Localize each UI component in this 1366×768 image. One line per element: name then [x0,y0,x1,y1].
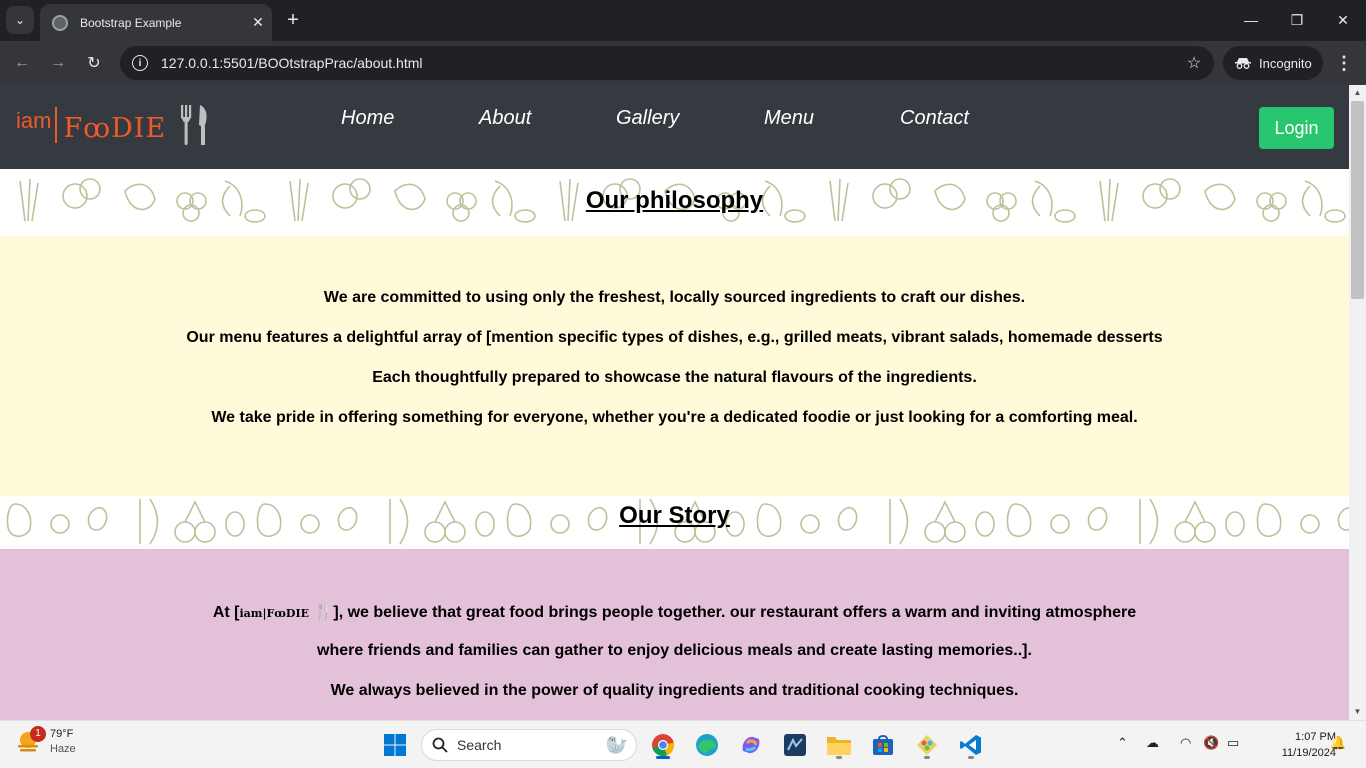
forward-arrow-icon[interactable]: → [44,49,72,77]
site-navbar: iam FꝏDIE Home About Gallery Menu Contac… [0,85,1349,169]
incognito-icon [1235,58,1251,69]
url-text[interactable]: 127.0.0.1:5501/BOOtstrapPrac/about.html [161,55,1174,71]
scroll-down-arrow-icon[interactable]: ▼ [1349,704,1366,720]
logo-divider [55,107,58,143]
tab-title: Bootstrap Example [80,15,182,30]
clock-date: 11/19/2024 [1281,747,1336,759]
page-viewport: iam FꝏDIE Home About Gallery Menu Contac… [0,85,1349,720]
browser-menu-icon[interactable]: ⋮ [1332,49,1356,77]
paint-running-indicator [924,756,930,759]
logo-iam-text: iam [16,108,52,133]
address-bar[interactable]: i 127.0.0.1:5501/BOOtstrapPrac/about.htm… [120,46,1214,80]
chrome-running-indicator [656,756,670,759]
story-section: At [iam|FꝏDIE 🍴], we believe that great … [0,549,1349,720]
login-button[interactable]: Login [1259,107,1334,149]
file-explorer-icon[interactable] [823,729,855,761]
vscode-running-indicator [968,756,974,759]
story-line-1-prefix: At [ [212,604,240,621]
new-tab-plus-icon[interactable]: + [282,7,304,33]
reload-icon[interactable]: ↻ [80,49,108,77]
philosophy-line-3: Each thoughtfully prepared to showcase t… [372,369,977,386]
windows-taskbar: 1 79°F Haze Search 🦭 ⌃ ☁ ◠ 🔇 ▭ 1:07 PM 1… [0,720,1366,768]
clock-time: 1:07 PM [1295,731,1336,743]
story-line-1: At [iam|FꝏDIE 🍴], we believe that great … [0,602,1349,622]
weather-temperature: 79°F [50,728,74,740]
microsoft-store-icon[interactable] [867,729,899,761]
bookmark-star-icon[interactable]: ☆ [1174,53,1214,73]
system-clock[interactable]: 1:07 PM 11/19/2024 [1250,729,1336,761]
weather-description: Haze [50,743,76,755]
tab-search-chevron-icon[interactable]: ⌄ [6,6,34,34]
incognito-indicator[interactable]: Incognito [1223,46,1323,80]
scroll-thumb[interactable] [1351,101,1364,299]
philosophy-line-1: We are committed to using only the fresh… [323,289,1026,306]
mysql-workbench-icon[interactable] [779,729,811,761]
story-heading: Our Story [619,502,730,529]
philosophy-heading: Our philosophy [585,187,764,214]
inline-logo-foodie: |FꝏDIE [262,607,309,620]
weather-widget[interactable]: 1 79°F Haze [14,726,76,757]
back-arrow-icon[interactable]: ← [8,49,36,77]
copilot-icon[interactable] [735,729,767,761]
weather-notification-badge: 1 [30,726,46,742]
site-info-icon[interactable]: i [132,55,148,71]
battery-icon[interactable]: ▭ [1227,735,1239,751]
speaker-muted-icon[interactable]: 🔇 [1203,735,1219,751]
edge-icon[interactable] [691,729,723,761]
philosophy-line-4: We take pride in offering something for … [211,409,1138,426]
minimize-button[interactable]: — [1228,0,1274,40]
vegetable-pattern-background: Our philosophy [0,169,1349,236]
chrome-icon[interactable] [647,729,679,761]
inline-fork-knife-icon: 🍴 [313,604,334,621]
story-line-1-suffix: ], we believe that great food brings peo… [333,604,1137,621]
nav-link-menu[interactable]: Menu [764,107,814,130]
hazy-sun-icon: 1 [14,726,46,756]
notification-bell-icon[interactable]: 🔔 [1330,735,1346,751]
fruit-pattern-background: Our Story [0,496,1349,549]
search-highlight-icon: 🦭 [605,734,628,755]
fork-knife-icon [181,105,207,145]
onedrive-cloud-icon[interactable]: ☁ [1146,735,1159,751]
paint-app-icon[interactable] [911,729,943,761]
tray-overflow-chevron-icon[interactable]: ⌃ [1117,735,1128,751]
explorer-running-indicator [836,756,842,759]
close-window-button[interactable]: ✕ [1320,0,1366,40]
incognito-label: Incognito [1259,55,1312,71]
story-line-2: where friends and families can gather to… [317,642,1032,659]
browser-tab-bar: ⌄ Bootstrap Example ✕ + — ❐ ✕ [0,0,1366,41]
philosophy-section: We are committed to using only the fresh… [0,236,1349,496]
vscode-icon[interactable] [955,729,987,761]
philosophy-line-2: Our menu features a delightful array of … [186,329,1163,346]
taskbar-search[interactable]: Search 🦭 [421,729,637,761]
wifi-icon[interactable]: ◠ [1180,735,1191,751]
nav-link-gallery[interactable]: Gallery [616,107,679,130]
scroll-up-arrow-icon[interactable]: ▲ [1349,85,1366,101]
nav-link-home[interactable]: Home [341,107,394,130]
globe-icon [52,14,68,31]
search-placeholder: Search [457,737,502,753]
site-logo[interactable]: iam FꝏDIE [16,105,210,147]
page-scrollbar[interactable]: ▲ ▼ [1349,85,1366,720]
windows-start-icon[interactable] [379,729,411,761]
search-icon [432,737,448,753]
inline-logo-iam: iam [239,607,263,620]
browser-toolbar: ← → ↻ i 127.0.0.1:5501/BOOtstrapPrac/abo… [0,41,1366,85]
nav-link-contact[interactable]: Contact [900,107,969,130]
browser-tab[interactable]: Bootstrap Example ✕ [40,4,272,41]
nav-link-about[interactable]: About [479,107,531,130]
story-line-3: We always believed in the power of quali… [330,682,1019,699]
tab-close-icon[interactable]: ✕ [244,14,272,31]
restore-button[interactable]: ❐ [1274,0,1320,40]
logo-foodie-text: FꝏDIE [63,113,167,144]
